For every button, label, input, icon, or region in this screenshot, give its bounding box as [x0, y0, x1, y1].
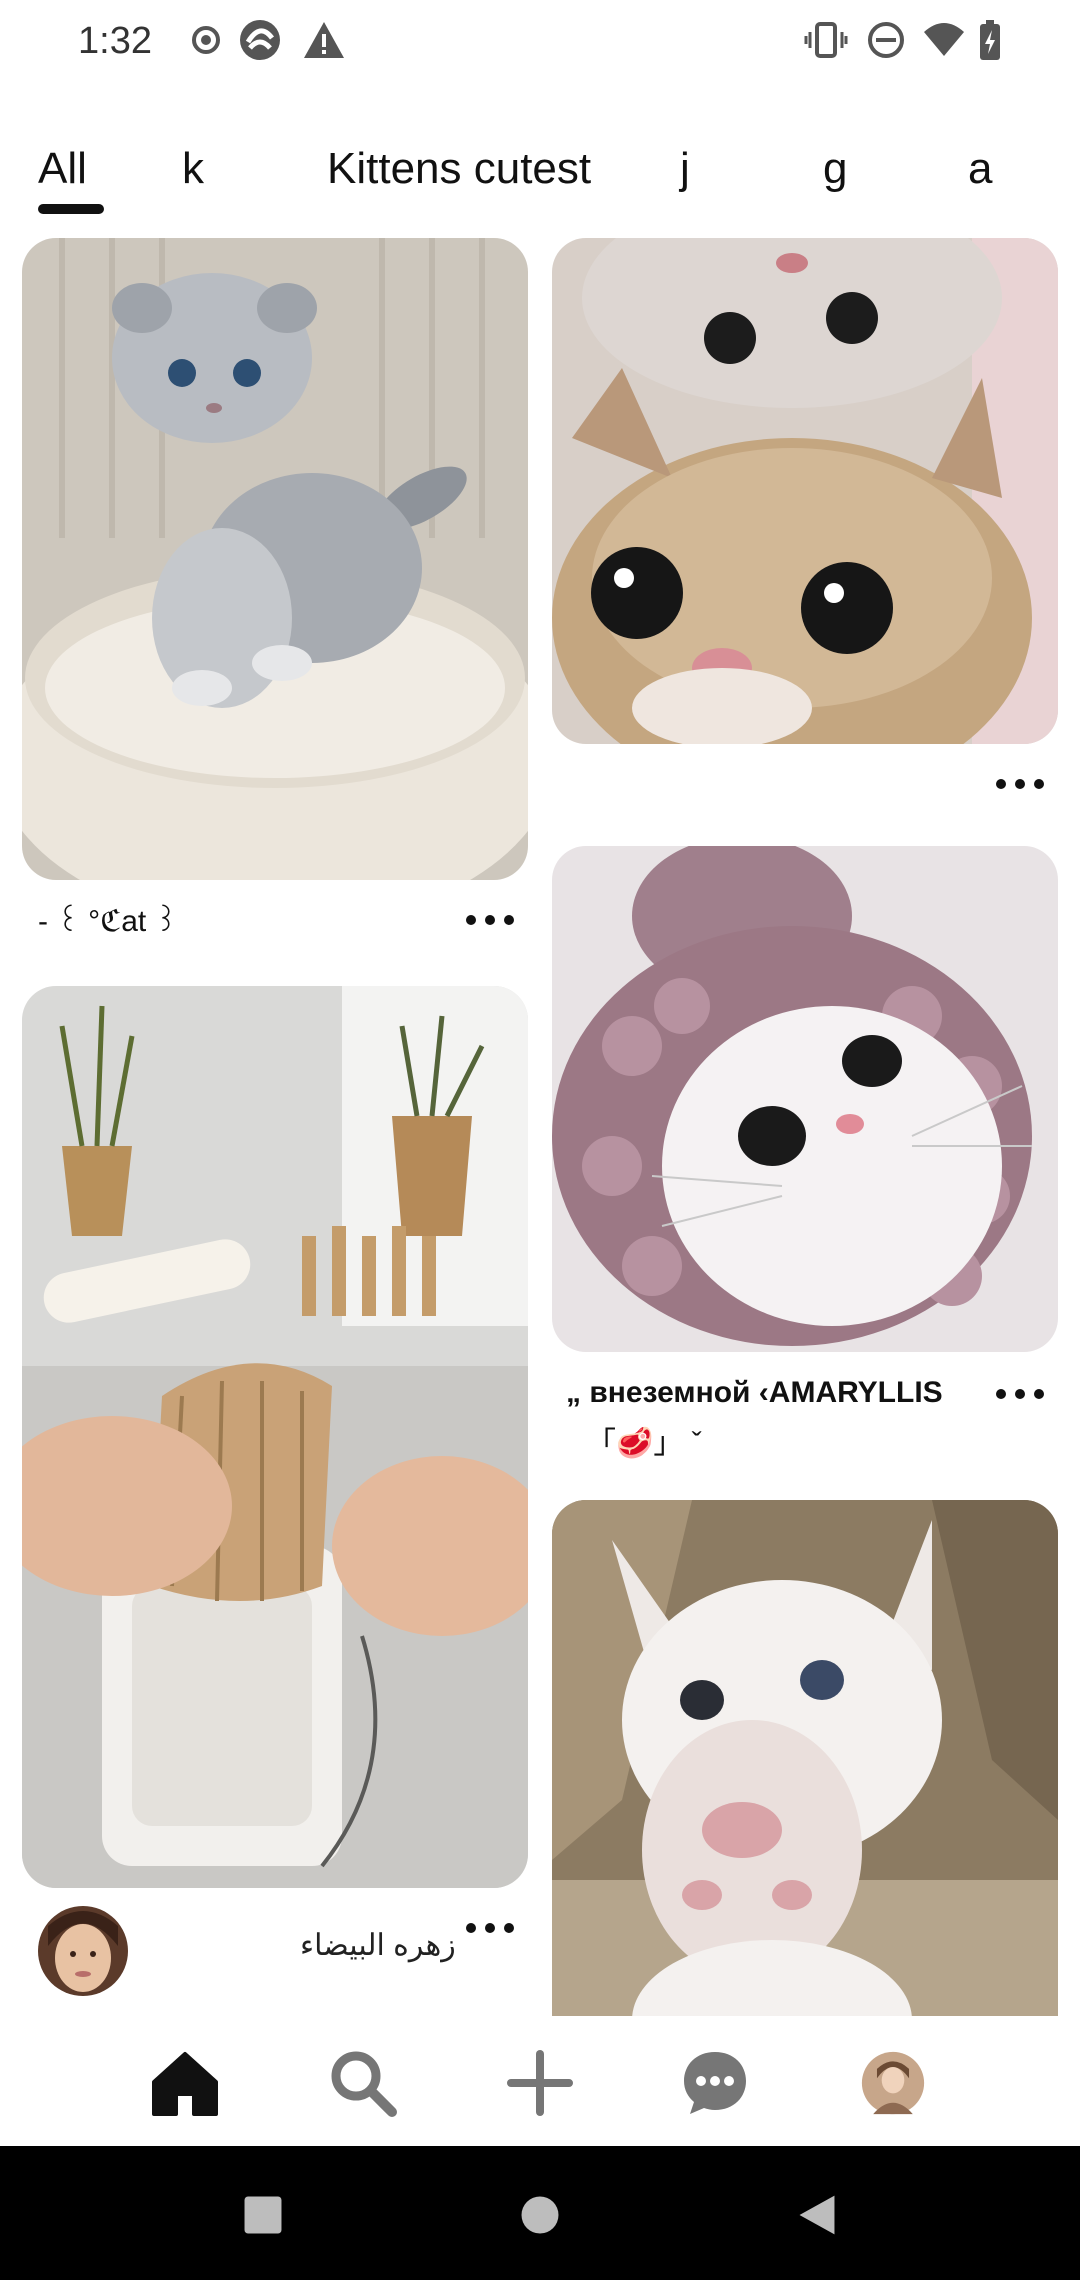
selected-tab-indicator: [38, 204, 104, 214]
home-circle-icon[interactable]: [505, 2180, 575, 2250]
pin-title-cat[interactable]: - ꒰ °ℭat ꒱: [38, 900, 178, 939]
tab-kittens-cutest[interactable]: Kittens cutest: [327, 144, 591, 194]
pin-more-options-icon[interactable]: [466, 1920, 516, 1936]
warning-icon: [302, 18, 346, 62]
board-filter-tabs: All k Kittens cutest j g a: [0, 130, 1080, 220]
battery-charging-icon: [972, 18, 1016, 62]
pin-image-planter-craft[interactable]: [22, 986, 528, 1888]
vibrate-icon: [804, 18, 848, 62]
pin-image-white-kitten-paw[interactable]: [552, 1500, 1058, 2060]
do-not-disturb-icon: [864, 18, 908, 62]
wifi-icon: [922, 18, 966, 62]
status-bar: 1:32: [0, 0, 1080, 88]
search-icon[interactable]: [318, 2038, 408, 2128]
pin-title-amaryllis[interactable]: „ внеземной ‹AMARYLLIS: [566, 1376, 943, 1410]
tab-a[interactable]: a: [968, 144, 992, 194]
record-icon: [184, 18, 228, 62]
pin-more-options-icon[interactable]: [996, 776, 1046, 792]
recents-square-icon[interactable]: [228, 2180, 298, 2250]
pinner-avatar[interactable]: [38, 1906, 128, 1996]
tab-g[interactable]: g: [823, 144, 847, 194]
system-navigation-bar: [0, 2146, 1080, 2280]
pin-image-two-kittens[interactable]: [552, 238, 1058, 744]
tab-all[interactable]: All: [38, 144, 87, 194]
messages-icon[interactable]: [670, 2038, 760, 2128]
back-triangle-icon[interactable]: [782, 2180, 852, 2250]
pin-image-grey-kitten[interactable]: [22, 238, 528, 880]
pin-more-options-icon[interactable]: [996, 1386, 1046, 1402]
create-plus-icon[interactable]: [495, 2038, 585, 2128]
tab-j[interactable]: j: [680, 144, 690, 194]
tab-k[interactable]: k: [182, 144, 204, 194]
bottom-navigation: [0, 2016, 1080, 2146]
status-time: 1:32: [78, 20, 152, 62]
pin-image-cat-in-hat[interactable]: [552, 846, 1058, 1352]
app-badge-icon: [238, 18, 282, 62]
pin-title-amaryllis-line2[interactable]: 「🥩」 ˇ: [586, 1418, 702, 1462]
home-icon[interactable]: [140, 2038, 230, 2128]
profile-avatar[interactable]: [848, 2038, 938, 2128]
pin-title-arabic[interactable]: زهره البيضاء: [300, 1928, 456, 1963]
pin-more-options-icon[interactable]: [466, 912, 516, 928]
